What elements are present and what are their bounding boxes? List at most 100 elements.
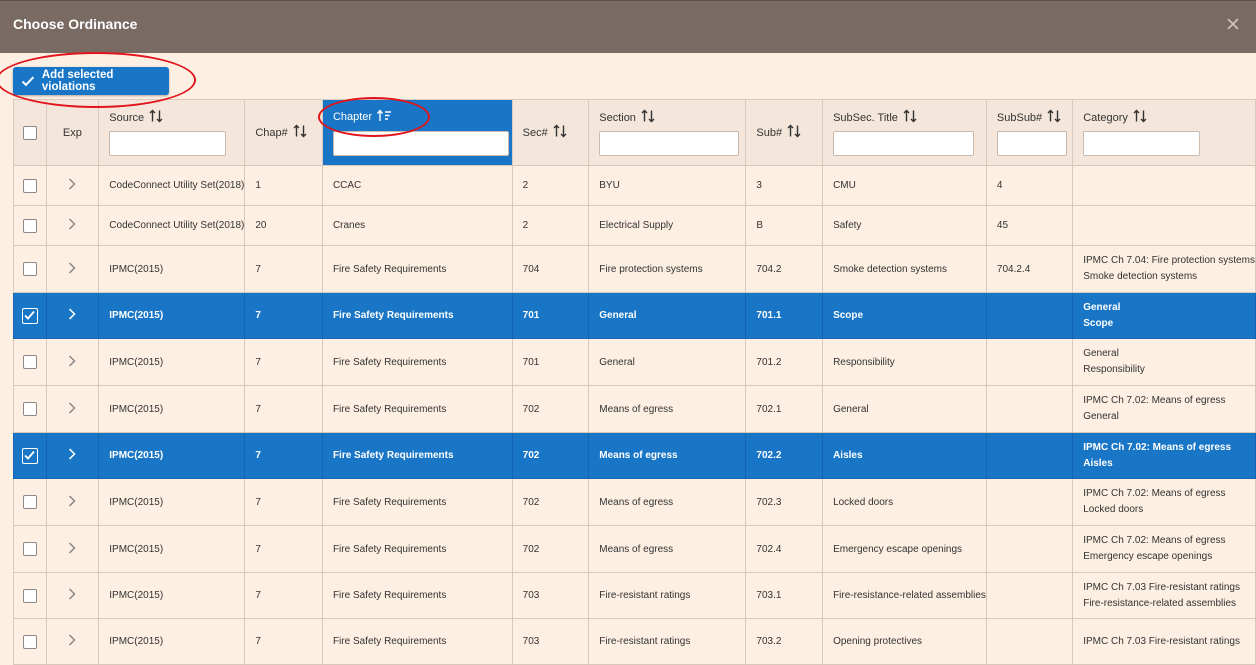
section-header-label: Section	[599, 111, 636, 124]
row-checkbox-cell	[13, 205, 47, 246]
table-row[interactable]: IPMC(2015) 7 Fire Safety Requirements 703 Fi…	[13, 572, 1256, 619]
row-checkbox[interactable]	[22, 355, 37, 369]
chevron-right-icon[interactable]	[68, 588, 76, 600]
sub-header[interactable]: Sub#	[745, 99, 824, 166]
chevron-right-icon[interactable]	[68, 494, 76, 507]
sort-arrows-icon[interactable]	[1047, 109, 1061, 126]
row-checkbox[interactable]	[22, 178, 37, 193]
category-line-1: IPMC Ch 7.04: Fire protection systems	[1083, 255, 1255, 266]
category-line-1: General	[1083, 301, 1121, 313]
row-checkbox[interactable]	[22, 495, 37, 509]
chevron-right-icon[interactable]	[68, 634, 76, 646]
chapter-header[interactable]: Chapter	[321, 99, 513, 166]
cell-chap: 7	[244, 338, 323, 386]
expand-cell[interactable]	[45, 245, 100, 293]
expand-cell[interactable]	[45, 525, 100, 573]
table-row[interactable]: IPMC(2015) 7 Fire Safety Requirements 702 Me…	[13, 525, 1256, 573]
chevron-right-icon[interactable]	[68, 541, 76, 554]
chapter-header-label: Chapter	[332, 111, 373, 123]
cell-chapter: Fire Safety Requirements	[321, 572, 513, 619]
chap-header[interactable]: Chap#	[244, 99, 323, 166]
cell-section: Fire-resistant ratings	[588, 572, 747, 619]
row-checkbox[interactable]	[22, 262, 37, 276]
row-checkbox[interactable]	[22, 402, 37, 416]
table-row[interactable]: IPMC(2015) 7 Fire Safety Requirements 701 Ge…	[13, 292, 1256, 339]
expand-cell[interactable]	[45, 432, 100, 479]
category-filter-input[interactable]	[1083, 131, 1201, 156]
row-checkbox-cell	[13, 618, 47, 665]
chevron-right-icon[interactable]	[68, 448, 76, 460]
cell-chapter: Fire Safety Requirements	[321, 432, 513, 479]
table-row[interactable]: IPMC(2015) 7 Fire Safety Requirements 702 Me…	[13, 432, 1256, 479]
category-line-2: Aisles	[1083, 457, 1113, 469]
expand-cell[interactable]	[45, 478, 100, 526]
source-filter-input[interactable]	[109, 131, 227, 156]
row-checkbox[interactable]	[22, 588, 37, 603]
sort-arrows-icon[interactable]	[553, 124, 567, 141]
table-row[interactable]: IPMC(2015) 7 Fire Safety Requirements 704 Fi…	[13, 245, 1256, 293]
table-row[interactable]: IPMC(2015) 7 Fire Safety Requirements 703 Fi…	[13, 618, 1256, 665]
sec-header[interactable]: Sec#	[511, 99, 590, 166]
cell-subsub	[985, 478, 1074, 526]
cell-sub: B	[745, 205, 824, 246]
select-all-checkbox[interactable]	[22, 125, 37, 140]
category-line-1: General	[1083, 348, 1119, 359]
row-checkbox-cell	[13, 385, 47, 433]
cell-source: IPMC(2015)	[98, 385, 246, 433]
add-selected-violations-button[interactable]: Add selected violations	[13, 67, 169, 95]
category-header[interactable]: Category	[1072, 99, 1256, 166]
table-row[interactable]: CodeConnect Utility Set(2018) 1 CCAC 2 BYU 3 C…	[13, 165, 1256, 206]
row-checkbox[interactable]	[21, 447, 38, 464]
expand-cell[interactable]	[45, 165, 100, 206]
row-checkbox[interactable]	[22, 218, 37, 233]
section-header[interactable]: Section	[588, 99, 747, 166]
sort-arrows-icon[interactable]	[1133, 109, 1147, 126]
subsub-filter-input[interactable]	[996, 131, 1067, 156]
cell-sec: 702	[511, 432, 590, 479]
category-line-1: IPMC Ch 7.03 Fire-resistant ratings	[1083, 635, 1240, 647]
table-row[interactable]: IPMC(2015) 7 Fire Safety Requirements 702 Me…	[13, 385, 1256, 433]
cell-section: Electrical Supply	[588, 205, 747, 246]
row-checkbox[interactable]	[22, 542, 37, 556]
chevron-right-icon[interactable]	[68, 401, 76, 414]
cell-sub: 703.2	[745, 618, 824, 665]
table-row[interactable]: CodeConnect Utility Set(2018) 20 Cranes 2 El…	[13, 205, 1256, 246]
sort-arrows-icon[interactable]	[149, 109, 163, 126]
exp-header-label: Exp	[62, 126, 82, 139]
table-row[interactable]: IPMC(2015) 7 Fire Safety Requirements 701 Ge…	[13, 338, 1256, 386]
expand-cell[interactable]	[45, 292, 100, 339]
chapter-filter-input[interactable]	[332, 131, 509, 156]
row-checkbox[interactable]	[22, 634, 37, 649]
add-selected-violations-label: Add selected violations	[41, 69, 114, 93]
expand-cell[interactable]	[45, 618, 100, 665]
row-checkbox[interactable]	[21, 307, 38, 324]
source-header[interactable]: Source	[98, 99, 246, 166]
close-icon[interactable]	[1226, 17, 1240, 31]
cell-sub: 701.2	[745, 338, 824, 386]
chevron-right-icon[interactable]	[68, 354, 76, 367]
table-row[interactable]: IPMC(2015) 7 Fire Safety Requirements 702 Me…	[13, 478, 1256, 526]
sort-ascending-icon[interactable]	[377, 109, 392, 125]
subsec-title-filter-input[interactable]	[833, 131, 975, 156]
chevron-right-icon[interactable]	[68, 261, 76, 274]
cell-section: Means of egress	[588, 385, 747, 433]
cell-subsub	[985, 385, 1074, 433]
category-line-2: Fire-resistance-related assemblies	[1083, 597, 1237, 609]
chevron-right-icon[interactable]	[68, 178, 76, 190]
section-filter-input[interactable]	[599, 131, 740, 156]
sort-arrows-icon[interactable]	[641, 109, 655, 126]
expand-cell[interactable]	[45, 338, 100, 386]
expand-cell[interactable]	[45, 572, 100, 619]
subsub-header[interactable]: SubSub#	[985, 99, 1074, 166]
cell-chap: 7	[244, 245, 323, 293]
chevron-right-icon[interactable]	[68, 218, 76, 230]
sort-arrows-icon[interactable]	[787, 124, 801, 141]
subsec-title-header[interactable]: SubSec. Title	[822, 99, 987, 166]
expand-cell[interactable]	[45, 205, 100, 246]
sort-arrows-icon[interactable]	[293, 124, 307, 141]
row-checkbox-cell	[13, 338, 47, 386]
cell-section: General	[588, 292, 747, 339]
expand-cell[interactable]	[45, 385, 100, 433]
chevron-right-icon[interactable]	[68, 308, 76, 320]
sort-arrows-icon[interactable]	[903, 109, 917, 126]
